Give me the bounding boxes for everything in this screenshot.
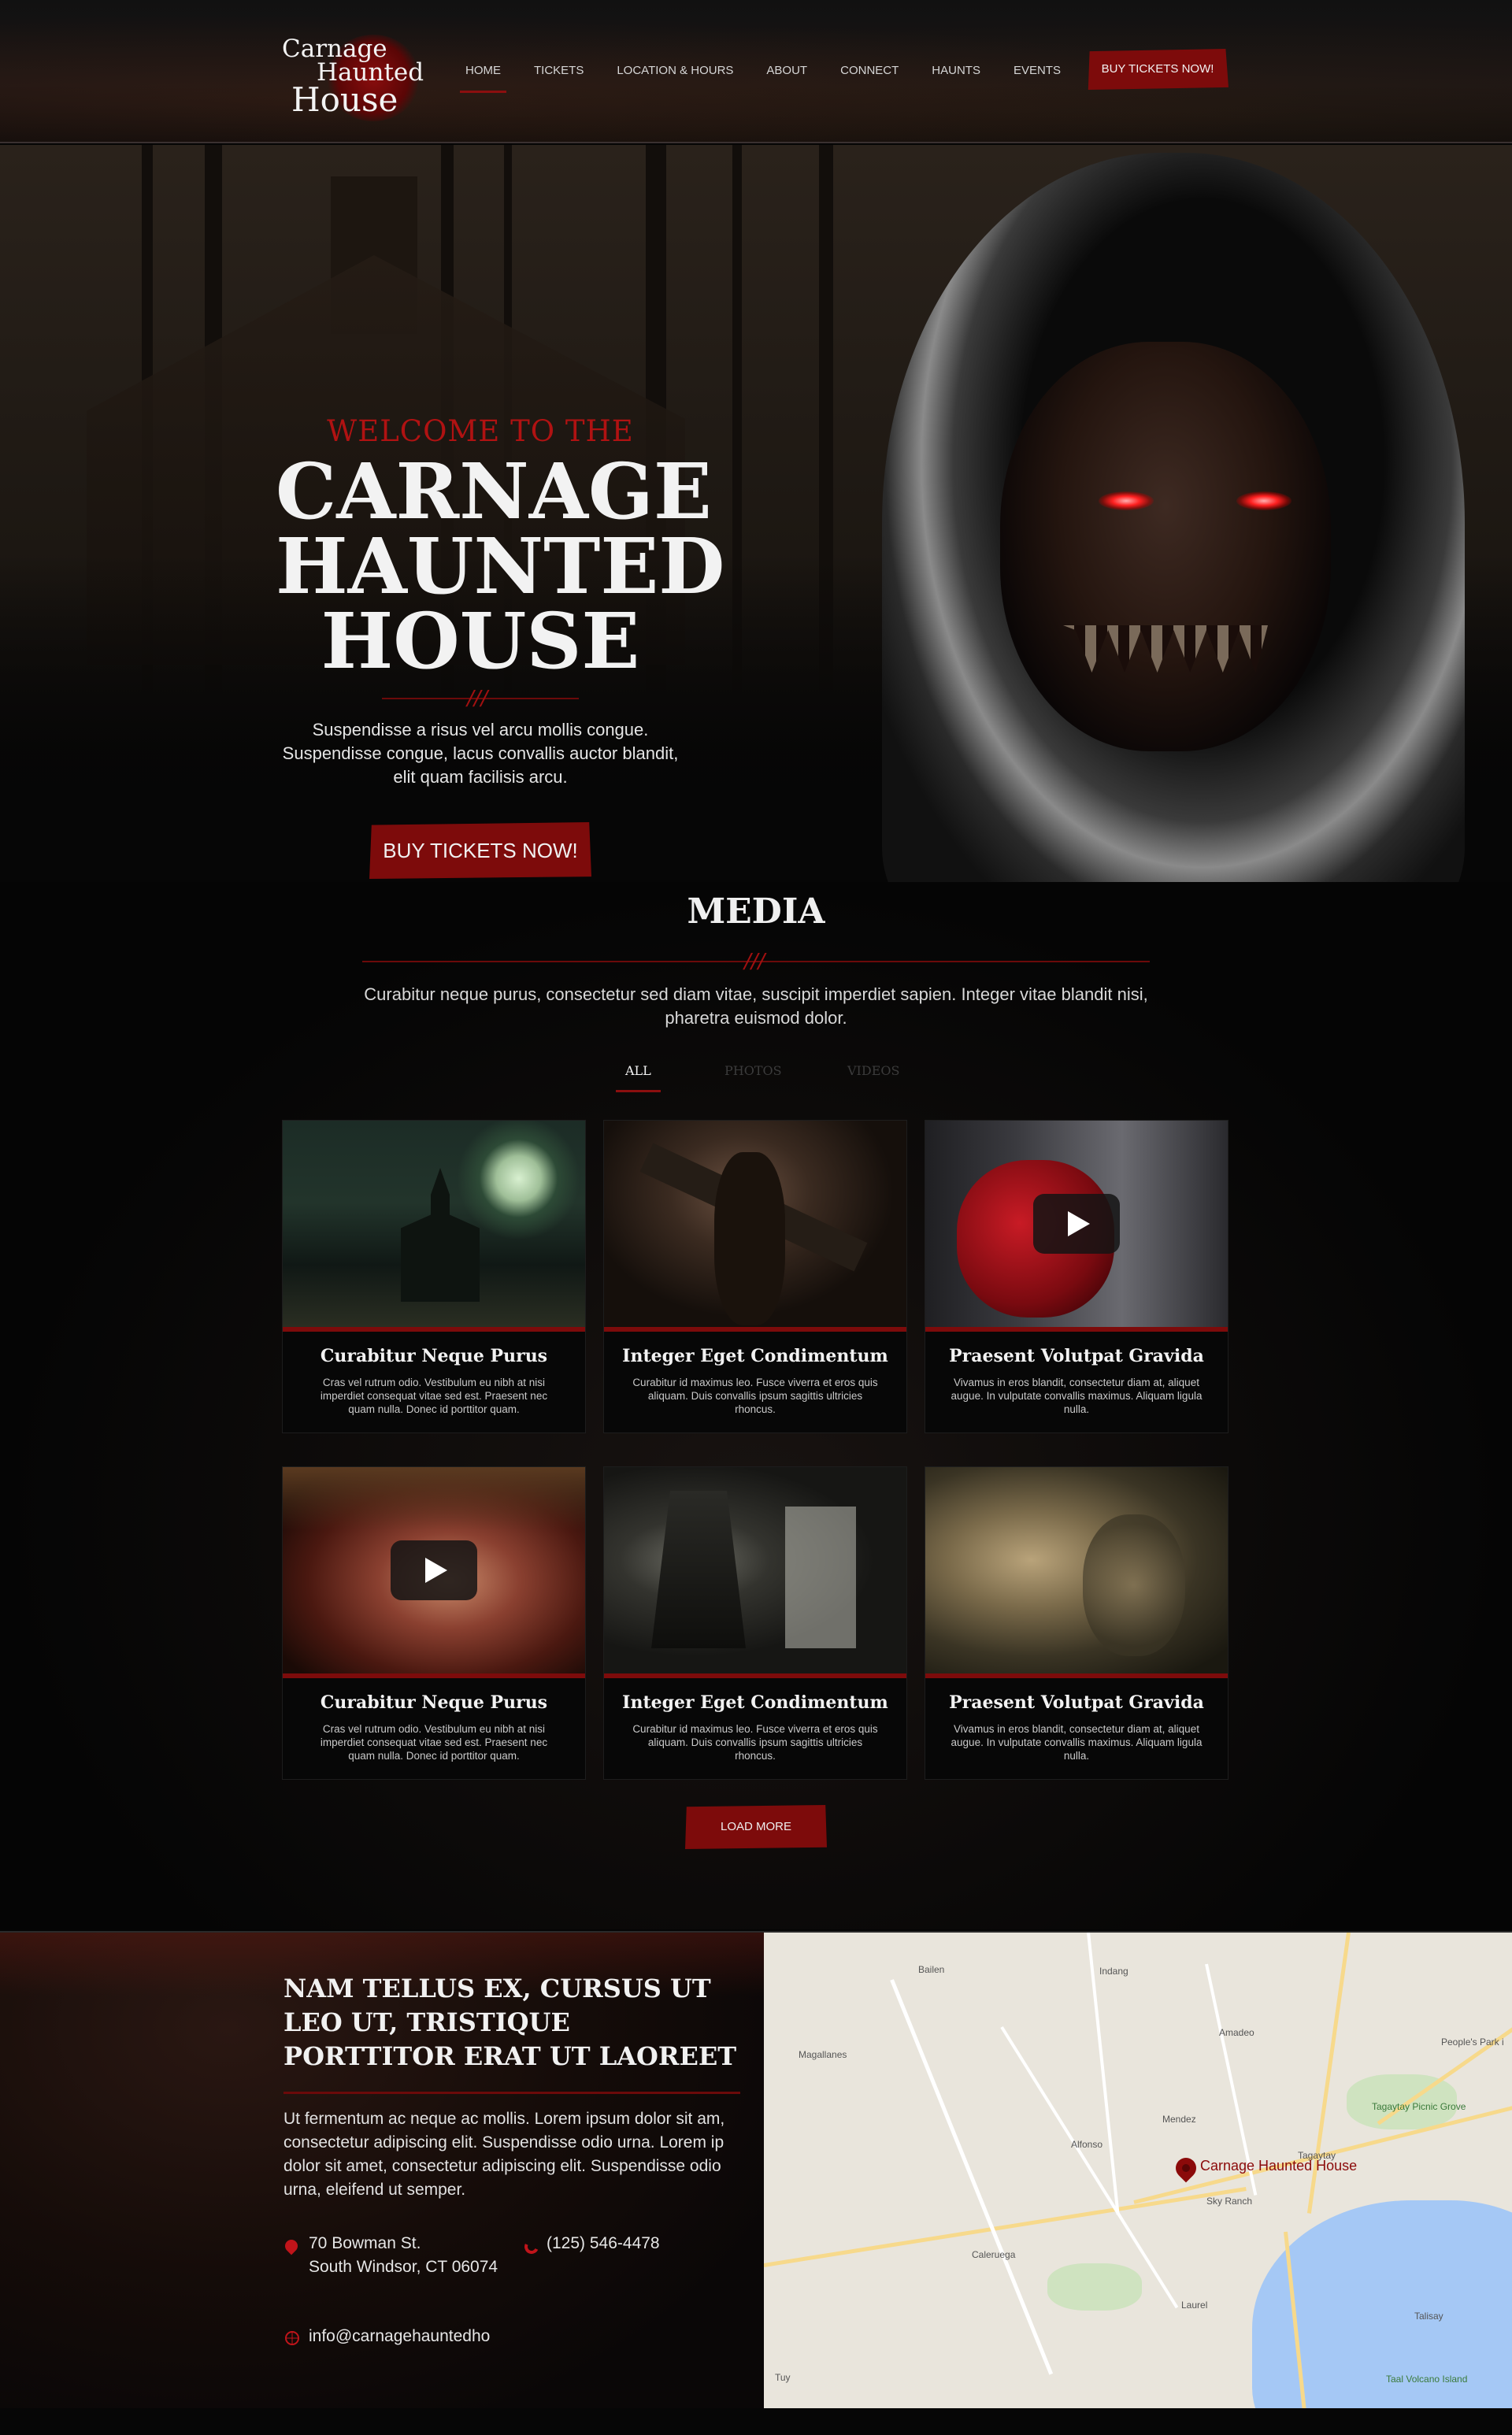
address: 70 Bowman St. South Windsor, CT 06074 bbox=[309, 2232, 498, 2279]
media-card-text: Curabitur id maximus leo. Fusce viverra … bbox=[632, 1723, 878, 1762]
claw-marks-icon: /// bbox=[467, 687, 488, 710]
header-buy-tickets-button[interactable]: BUY TICKETS NOW! bbox=[1088, 49, 1228, 90]
email-link[interactable]: info@carnagehauntedho bbox=[309, 2325, 490, 2348]
media-card-text: Cras vel rutrum odio. Vestibulum eu nibh… bbox=[320, 1723, 548, 1762]
nav-connect[interactable]: CONNECT bbox=[824, 57, 915, 85]
media-card-text: Cras vel rutrum odio. Vestibulum eu nibh… bbox=[320, 1377, 548, 1415]
media-card[interactable]: Praesent Volutpat Gravida Vivamus in ero… bbox=[925, 1466, 1228, 1780]
media-section: MEDIA /// Curabitur neque purus, consect… bbox=[0, 882, 1512, 1929]
hero-section: WELCOME TO THE CARNAGE HAUNTED HOUSE ///… bbox=[0, 145, 1512, 882]
media-thumbnail-zombie[interactable] bbox=[283, 1467, 585, 1673]
media-card[interactable]: Curabitur Neque Purus Cras vel rutrum od… bbox=[282, 1466, 586, 1780]
media-card-title: Integer Eget Condimentum bbox=[622, 1346, 888, 1366]
filter-videos[interactable]: VIDEOS bbox=[847, 1063, 899, 1078]
hero-title-line-2: HAUNTED bbox=[276, 521, 725, 611]
location-map[interactable]: Bailen Indang Amadeo Magallanes Mendez A… bbox=[764, 1931, 1512, 2408]
play-video-button[interactable] bbox=[391, 1540, 477, 1600]
nav-location-hours[interactable]: LOCATION & HOURS bbox=[600, 57, 750, 85]
media-filters: ALL PHOTOS VIDEOS bbox=[606, 1063, 921, 1095]
media-card-text: Vivamus in eros blandit, consectetur dia… bbox=[951, 1723, 1203, 1762]
contact-section: NAM TELLUS EX, CURSUS UT LEO UT, TRISTIQ… bbox=[0, 1931, 764, 2408]
play-icon bbox=[1068, 1211, 1090, 1236]
play-video-button[interactable] bbox=[1033, 1194, 1120, 1254]
media-card[interactable]: Integer Eget Condimentum Curabitur id ma… bbox=[603, 1120, 907, 1433]
hero-kicker: WELCOME TO THE bbox=[327, 414, 634, 448]
hero-title-line-1: CARNAGE bbox=[276, 447, 712, 536]
glowing-eye-left bbox=[1099, 491, 1154, 510]
footer-strip bbox=[0, 2408, 1512, 2435]
hero-title: CARNAGE HAUNTED HOUSE bbox=[276, 447, 725, 686]
main-nav: HOME TICKETS LOCATION & HOURS ABOUT CONN… bbox=[449, 57, 1077, 93]
nav-events[interactable]: EVENTS bbox=[997, 57, 1077, 85]
hero-text-block: WELCOME TO THE CARNAGE HAUNTED HOUSE ///… bbox=[276, 413, 725, 879]
map-marker-label[interactable]: Carnage Haunted House bbox=[1200, 2158, 1357, 2174]
nav-tickets[interactable]: TICKETS bbox=[517, 57, 600, 85]
media-card-text: Vivamus in eros blandit, consectetur dia… bbox=[951, 1377, 1203, 1415]
filter-photos[interactable]: PHOTOS bbox=[724, 1063, 782, 1078]
map-marker-icon[interactable] bbox=[1171, 2153, 1201, 2183]
hero-description: Suspendisse a risus vel arcu mollis cong… bbox=[282, 720, 679, 787]
logo[interactable]: Carnage Haunted House bbox=[280, 33, 430, 121]
media-thumbnail-corridor[interactable] bbox=[604, 1467, 906, 1673]
filter-all[interactable]: ALL bbox=[616, 1063, 661, 1092]
contact-description: Ut fermentum ac neque ac mollis. Lorem i… bbox=[284, 2110, 725, 2199]
media-thumbnail-werewolf[interactable] bbox=[604, 1121, 906, 1327]
media-card[interactable]: Curabitur Neque Purus Cras vel rutrum od… bbox=[282, 1120, 586, 1433]
media-card-text: Curabitur id maximus leo. Fusce viverra … bbox=[632, 1377, 878, 1415]
media-thumbnail-ghostly-faces[interactable] bbox=[925, 1467, 1228, 1673]
media-description: Curabitur neque purus, consectetur sed d… bbox=[364, 984, 1148, 1028]
nav-haunts[interactable]: HAUNTS bbox=[915, 57, 997, 85]
media-card-title: Integer Eget Condimentum bbox=[622, 1692, 888, 1713]
globe-icon bbox=[285, 2331, 299, 2345]
media-divider: /// bbox=[362, 950, 1150, 973]
nav-home[interactable]: HOME bbox=[449, 57, 517, 93]
logo-line-3: House bbox=[291, 80, 398, 119]
media-title: MEDIA bbox=[687, 891, 825, 932]
address-line-1: 70 Bowman St. bbox=[309, 2234, 421, 2252]
hero-buy-tickets-button[interactable]: BUY TICKETS NOW! bbox=[369, 822, 591, 879]
media-card[interactable]: Praesent Volutpat Gravida Vivamus in ero… bbox=[925, 1120, 1228, 1433]
media-card-title: Curabitur Neque Purus bbox=[320, 1692, 548, 1713]
site-header: Carnage Haunted House HOME TICKETS LOCAT… bbox=[0, 0, 1512, 143]
nav-about[interactable]: ABOUT bbox=[750, 57, 824, 85]
hero-title-line-3: HOUSE bbox=[321, 596, 640, 686]
play-icon bbox=[425, 1558, 447, 1583]
load-more-button[interactable]: LOAD MORE bbox=[685, 1805, 827, 1849]
hero-divider: /// bbox=[382, 687, 579, 710]
media-thumbnail-haunted-mansion[interactable] bbox=[283, 1121, 585, 1327]
media-card[interactable]: Integer Eget Condimentum Curabitur id ma… bbox=[603, 1466, 907, 1780]
media-card-title: Praesent Volutpat Gravida bbox=[949, 1346, 1204, 1366]
phone-icon bbox=[522, 2237, 541, 2256]
contact-title: NAM TELLUS EX, CURSUS UT LEO UT, TRISTIQ… bbox=[284, 1974, 737, 2071]
media-card-title: Praesent Volutpat Gravida bbox=[949, 1692, 1204, 1713]
glowing-eye-right bbox=[1236, 491, 1292, 510]
media-card-title: Curabitur Neque Purus bbox=[320, 1346, 548, 1366]
claw-marks-icon: /// bbox=[744, 950, 765, 973]
media-thumbnail-bloody-hand[interactable] bbox=[925, 1121, 1228, 1327]
hooded-figure-image bbox=[795, 145, 1512, 882]
address-line-2: South Windsor, CT 06074 bbox=[309, 2258, 498, 2276]
location-pin-icon bbox=[282, 2237, 301, 2255]
phone-number[interactable]: (125) 546-4478 bbox=[547, 2232, 660, 2255]
